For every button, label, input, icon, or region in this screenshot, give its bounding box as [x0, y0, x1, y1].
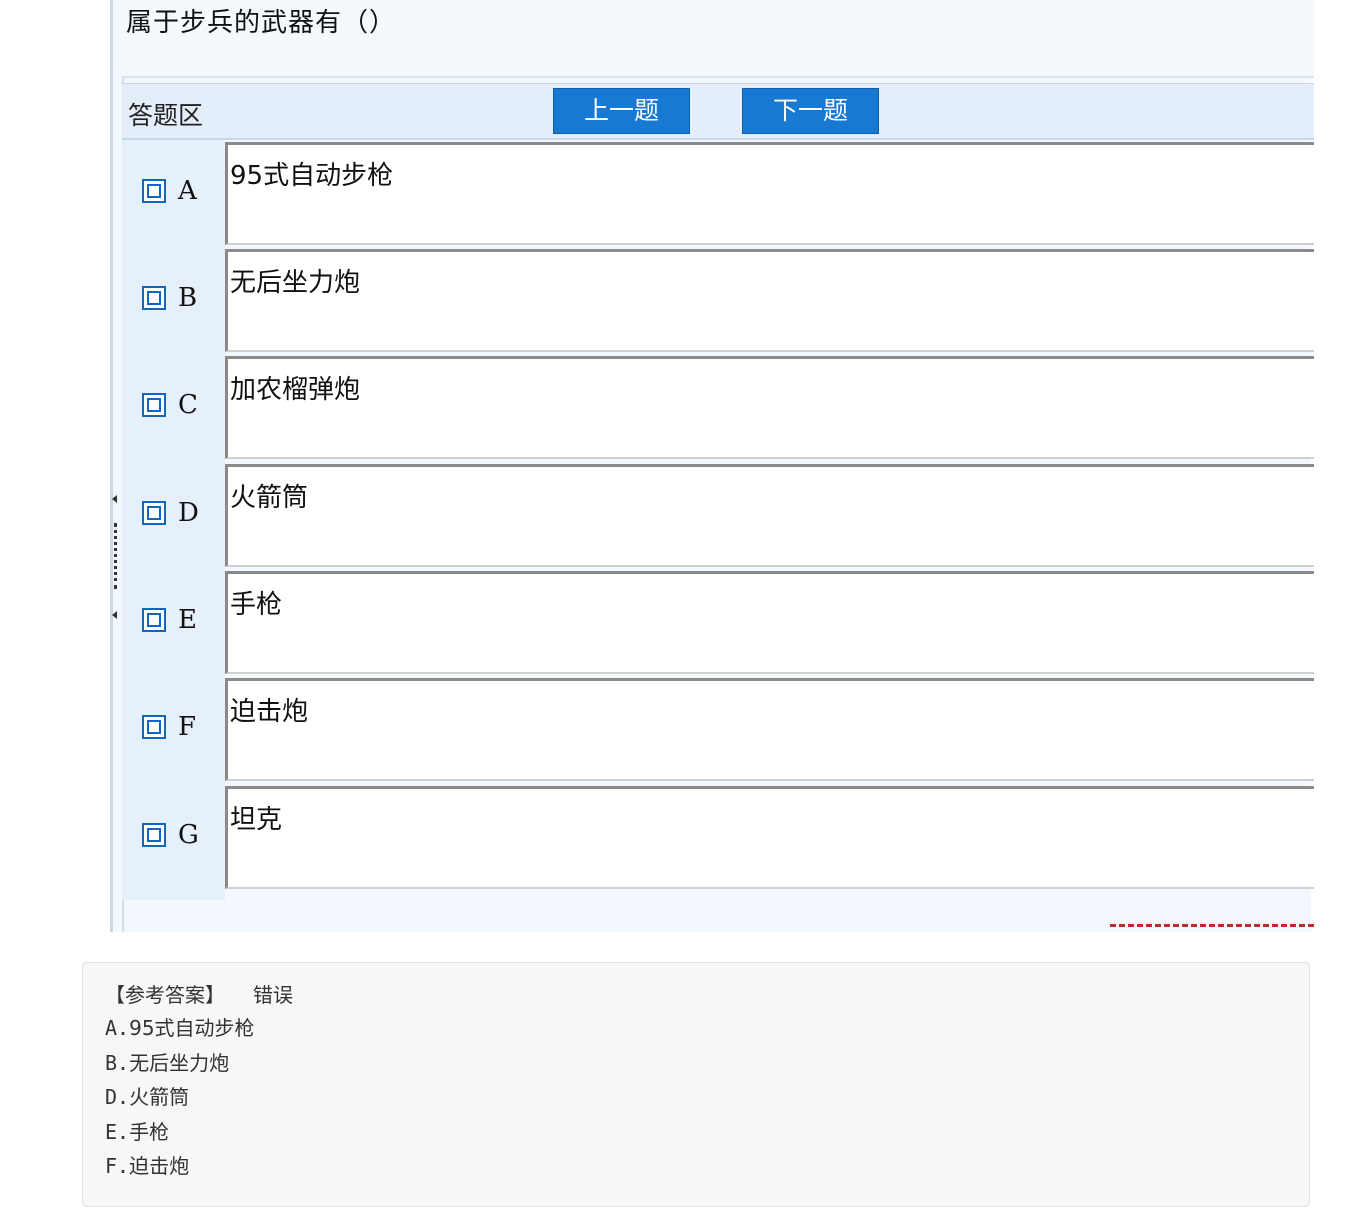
option-text: 无后坐力炮: [230, 268, 361, 298]
collapse-arrow-icon[interactable]: [112, 495, 117, 503]
checkbox-icon[interactable]: [142, 715, 166, 739]
option-text-box[interactable]: 火箭筒: [225, 464, 1314, 567]
option-text: 95式自动步枪: [230, 161, 394, 191]
option-row-f: F 迫击炮: [122, 676, 1314, 783]
option-row-a: A 95式自动步枪: [122, 140, 1314, 247]
option-letter: C: [178, 390, 198, 420]
option-text: 火箭筒: [230, 483, 309, 513]
list-item: A.95式自动步枪: [105, 1011, 255, 1046]
collapse-arrow-icon[interactable]: [112, 611, 117, 619]
checkbox-icon[interactable]: [142, 286, 166, 310]
option-letter: F: [178, 712, 197, 742]
exam-screenshot: 属于步兵的武器有（） 答题区 上一题 下一题 A 95式自动步枪 B 无后坐力炮: [110, 0, 1314, 932]
red-dashed-line: [1110, 924, 1314, 927]
option-letter: G: [178, 820, 199, 850]
answer-key: A.: [105, 1016, 130, 1040]
option-text-box[interactable]: 手枪: [225, 571, 1314, 674]
answer-text: 95式自动步枪: [129, 1016, 255, 1040]
list-item: B.无后坐力炮: [105, 1046, 255, 1081]
option-text: 迫击炮: [230, 697, 309, 727]
answer-text: 火箭筒: [129, 1085, 190, 1109]
answer-toolbar: 答题区 上一题 下一题: [122, 83, 1314, 140]
option-text: 加农榴弹炮: [230, 375, 361, 405]
option-text-box[interactable]: 坦克: [225, 786, 1314, 889]
list-item: F.迫击炮: [105, 1149, 255, 1184]
option-text: 手枪: [230, 590, 283, 620]
reference-answer-panel: 【参考答案】 错误 A.95式自动步枪 B.无后坐力炮 D.火箭筒 E.手枪 F…: [82, 962, 1310, 1207]
option-key-f: F: [142, 712, 196, 742]
answer-text: 手枪: [129, 1119, 170, 1144]
next-question-button[interactable]: 下一题: [742, 88, 879, 134]
answer-text: 无后坐力炮: [129, 1050, 230, 1075]
drag-dots-icon: [114, 523, 117, 589]
question-text: 属于步兵的武器有（）: [126, 8, 397, 38]
panel-splitter-handle[interactable]: [112, 495, 118, 625]
option-letter: E: [178, 605, 197, 635]
option-letter: A: [178, 176, 197, 206]
checkbox-icon[interactable]: [142, 501, 166, 525]
answer-text: 迫击炮: [129, 1154, 190, 1178]
list-item: D.火箭筒: [105, 1080, 255, 1115]
list-item: E.手枪: [105, 1115, 255, 1150]
option-key-d: D: [142, 498, 199, 528]
option-text-box[interactable]: 95式自动步枪: [225, 142, 1314, 245]
question-box: 属于步兵的武器有（）: [122, 0, 1314, 78]
option-row-g: G 坦克: [122, 784, 1314, 891]
option-text-box[interactable]: 迫击炮: [225, 678, 1314, 781]
prev-question-button[interactable]: 上一题: [553, 88, 690, 134]
option-row-d: D 火箭筒: [122, 462, 1314, 569]
reference-label: 【参考答案】: [105, 983, 225, 1007]
reference-answer-list: A.95式自动步枪 B.无后坐力炮 D.火箭筒 E.手枪 F.迫击炮: [105, 1011, 255, 1184]
option-key-c: C: [142, 390, 198, 420]
option-text-box[interactable]: 无后坐力炮: [225, 249, 1314, 352]
option-text-box[interactable]: 加农榴弹炮: [225, 356, 1314, 459]
answer-key: D.: [105, 1085, 130, 1109]
options-list: A 95式自动步枪 B 无后坐力炮 C 加农榴弹炮 D 火箭筒 E 手枪 F 迫…: [122, 140, 1314, 900]
checkbox-icon[interactable]: [142, 179, 166, 203]
answer-key: E.: [105, 1119, 130, 1144]
answer-key: B.: [105, 1050, 130, 1075]
answer-key: F.: [105, 1154, 130, 1178]
option-row-b: B 无后坐力炮: [122, 247, 1314, 354]
option-key-g: G: [142, 820, 199, 850]
checkbox-icon[interactable]: [142, 608, 166, 632]
option-key-a: A: [142, 176, 197, 206]
option-letter: B: [178, 283, 198, 313]
checkbox-icon[interactable]: [142, 823, 166, 847]
option-row-e: E 手枪: [122, 569, 1314, 676]
option-key-e: E: [142, 605, 197, 635]
option-row-c: C 加农榴弹炮: [122, 354, 1314, 461]
option-text: 坦克: [230, 805, 283, 835]
option-key-b: B: [142, 283, 197, 313]
reference-header: 【参考答案】 错误: [105, 979, 293, 1008]
option-letter: D: [178, 498, 199, 528]
answer-area-title: 答题区: [128, 101, 204, 130]
reference-verdict: 错误: [253, 983, 293, 1007]
checkbox-icon[interactable]: [142, 393, 166, 417]
